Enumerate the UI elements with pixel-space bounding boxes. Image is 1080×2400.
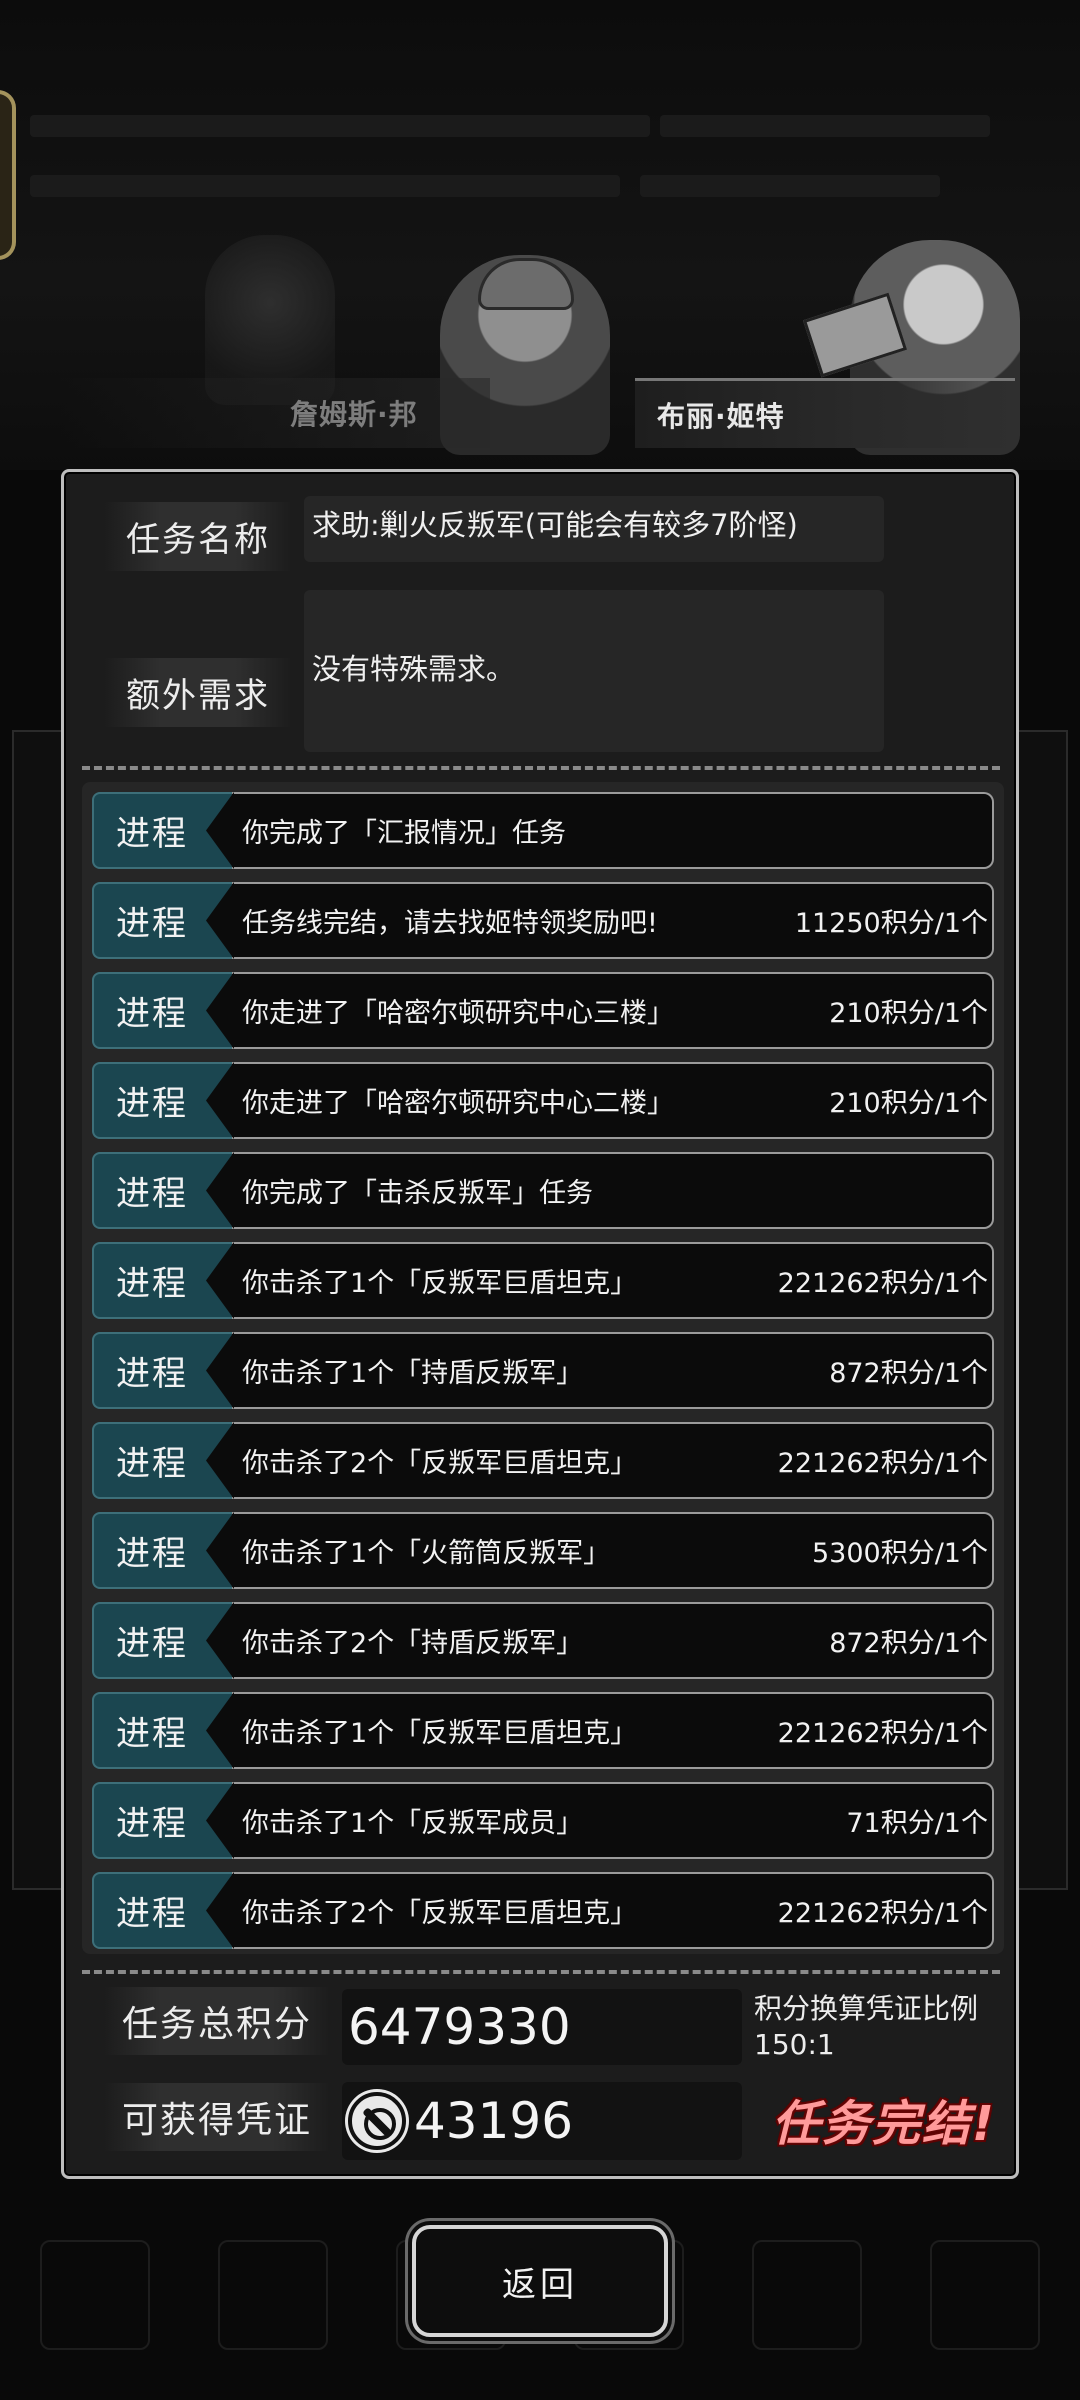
progress-row: 进程 你击杀了2个「反叛军巨盾坦克」 221262积分/1个 — [92, 1872, 994, 1949]
progress-points: 210积分/1个 — [829, 1088, 988, 1119]
progress-tag: 进程 — [92, 1872, 232, 1949]
progress-tag: 进程 — [92, 1422, 232, 1499]
progress-text: 你击杀了1个「反叛军成员」 — [242, 1808, 584, 1839]
progress-tag: 进程 — [92, 1692, 232, 1769]
progress-row: 进程 你走进了「哈密尔顿研究中心三楼」 210积分/1个 — [92, 972, 994, 1049]
progress-entry: 你击杀了1个「持盾反叛军」 872积分/1个 — [232, 1332, 994, 1409]
character-name-right: 布丽·姬特 — [635, 378, 1015, 448]
progress-text: 任务线完结，请去找姬特领奖励吧! — [242, 908, 658, 939]
progress-tag: 进程 — [92, 1152, 232, 1229]
progress-row: 进程 你走进了「哈密尔顿研究中心二楼」 210积分/1个 — [92, 1062, 994, 1139]
progress-text: 你击杀了1个「反叛军巨盾坦克」 — [242, 1718, 638, 1749]
voucher-box: 43196 — [342, 2082, 742, 2160]
progress-row: 进程 你击杀了1个「反叛军成员」 71积分/1个 — [92, 1782, 994, 1859]
side-tab-background — [0, 90, 16, 260]
divider-top — [82, 766, 1000, 770]
divider-bottom — [82, 1970, 1000, 1974]
voucher-value: 43196 — [414, 2092, 574, 2150]
progress-points: 221262积分/1个 — [777, 1898, 988, 1929]
total-points-label: 任务总积分 — [104, 1987, 331, 2055]
mission-name-label: 任务名称 — [104, 502, 292, 571]
progress-tag: 进程 — [92, 1332, 232, 1409]
progress-row: 进程 你击杀了1个「持盾反叛军」 872积分/1个 — [92, 1332, 994, 1409]
progress-text: 你击杀了2个「反叛军巨盾坦克」 — [242, 1448, 638, 1479]
progress-points: 872积分/1个 — [829, 1628, 988, 1659]
progress-entry: 你击杀了1个「反叛军巨盾坦克」 221262积分/1个 — [232, 1692, 994, 1769]
progress-entry: 你击杀了1个「火箭筒反叛军」 5300积分/1个 — [232, 1512, 994, 1589]
progress-tag: 进程 — [92, 1512, 232, 1589]
mission-name-value: 求助:剿火反叛军(可能会有较多7阶怪) — [304, 496, 884, 562]
voucher-label: 可获得凭证 — [104, 2083, 331, 2151]
progress-entry: 你击杀了2个「反叛军巨盾坦克」 221262积分/1个 — [232, 1872, 994, 1949]
progress-text: 你击杀了1个「持盾反叛军」 — [242, 1358, 584, 1389]
voucher-coin-icon — [348, 2092, 406, 2150]
extra-requirement-value: 没有特殊需求。 — [304, 590, 884, 752]
progress-tag: 进程 — [92, 972, 232, 1049]
progress-row: 进程 任务线完结，请去找姬特领奖励吧! 11250积分/1个 — [92, 882, 994, 959]
progress-points: 11250积分/1个 — [794, 908, 988, 939]
progress-text: 你击杀了1个「火箭筒反叛军」 — [242, 1538, 611, 1569]
progress-tag: 进程 — [92, 882, 232, 959]
progress-text: 你击杀了2个「持盾反叛军」 — [242, 1628, 584, 1659]
background-text — [30, 115, 650, 137]
progress-text: 你走进了「哈密尔顿研究中心二楼」 — [242, 1088, 674, 1119]
progress-entry: 任务线完结，请去找姬特领奖励吧! 11250积分/1个 — [232, 882, 994, 959]
background-text — [640, 175, 940, 197]
extra-requirement-label: 额外需求 — [104, 658, 292, 727]
progress-tag: 进程 — [92, 1602, 232, 1679]
ratio-label: 积分换算凭证比例 — [754, 1992, 979, 2025]
progress-row: 进程 你完成了「汇报情况」任务 — [92, 792, 994, 869]
mission-complete-status: 任务完结! — [772, 2096, 996, 2152]
progress-entry: 你击杀了2个「反叛军巨盾坦克」 221262积分/1个 — [232, 1422, 994, 1499]
progress-entry: 你走进了「哈密尔顿研究中心三楼」 210积分/1个 — [232, 972, 994, 1049]
background-text — [30, 175, 620, 197]
progress-list[interactable]: 进程 你完成了「汇报情况」任务 进程 任务线完结，请去找姬特领奖励吧! 11250积分/… — [82, 782, 1004, 1954]
progress-entry: 你击杀了1个「反叛军成员」 71积分/1个 — [232, 1782, 994, 1859]
progress-text: 你击杀了2个「反叛军巨盾坦克」 — [242, 1898, 638, 1929]
progress-text: 你完成了「汇报情况」任务 — [242, 818, 566, 849]
progress-entry: 你完成了「击杀反叛军」任务 — [232, 1152, 994, 1229]
progress-points: 71积分/1个 — [846, 1808, 988, 1839]
progress-points: 210积分/1个 — [829, 998, 988, 1029]
progress-row: 进程 你击杀了1个「火箭筒反叛军」 5300积分/1个 — [92, 1512, 994, 1589]
back-button[interactable]: 返回 — [412, 2225, 668, 2337]
progress-row: 进程 你击杀了2个「持盾反叛军」 872积分/1个 — [92, 1602, 994, 1679]
progress-points: 872积分/1个 — [829, 1358, 988, 1389]
character-name-left: 詹姆斯·邦 — [60, 378, 490, 448]
progress-points: 221262积分/1个 — [777, 1718, 988, 1749]
progress-entry: 你完成了「汇报情况」任务 — [232, 792, 994, 869]
progress-row: 进程 你击杀了1个「反叛军巨盾坦克」 221262积分/1个 — [92, 1692, 994, 1769]
progress-entry: 你走进了「哈密尔顿研究中心二楼」 210积分/1个 — [232, 1062, 994, 1139]
game-screen: 詹姆斯·邦 布丽·姬特 任务名称 求助:剿火反叛军(可能会有较多7阶怪) 额外需… — [0, 0, 1080, 2400]
progress-row: 进程 你击杀了2个「反叛军巨盾坦克」 221262积分/1个 — [92, 1422, 994, 1499]
ratio-value: 150:1 — [754, 2028, 835, 2061]
total-points-value: 6479330 — [342, 1989, 742, 2065]
progress-row: 进程 你完成了「击杀反叛军」任务 — [92, 1152, 994, 1229]
mission-dialog: 任务名称 求助:剿火反叛军(可能会有较多7阶怪) 额外需求 没有特殊需求。 进程… — [61, 469, 1019, 2179]
progress-tag: 进程 — [92, 1782, 232, 1859]
progress-tag: 进程 — [92, 1062, 232, 1139]
progress-tag: 进程 — [92, 1242, 232, 1319]
progress-entry: 你击杀了2个「持盾反叛军」 872积分/1个 — [232, 1602, 994, 1679]
progress-text: 你走进了「哈密尔顿研究中心三楼」 — [242, 998, 674, 1029]
progress-text: 你击杀了1个「反叛军巨盾坦克」 — [242, 1268, 638, 1299]
progress-row: 进程 你击杀了1个「反叛军巨盾坦克」 221262积分/1个 — [92, 1242, 994, 1319]
progress-tag: 进程 — [92, 792, 232, 869]
progress-points: 221262积分/1个 — [777, 1268, 988, 1299]
progress-points: 221262积分/1个 — [777, 1448, 988, 1479]
progress-text: 你完成了「击杀反叛军」任务 — [242, 1178, 593, 1209]
background-text — [660, 115, 990, 137]
progress-entry: 你击杀了1个「反叛军巨盾坦克」 221262积分/1个 — [232, 1242, 994, 1319]
progress-points: 5300积分/1个 — [812, 1538, 988, 1569]
